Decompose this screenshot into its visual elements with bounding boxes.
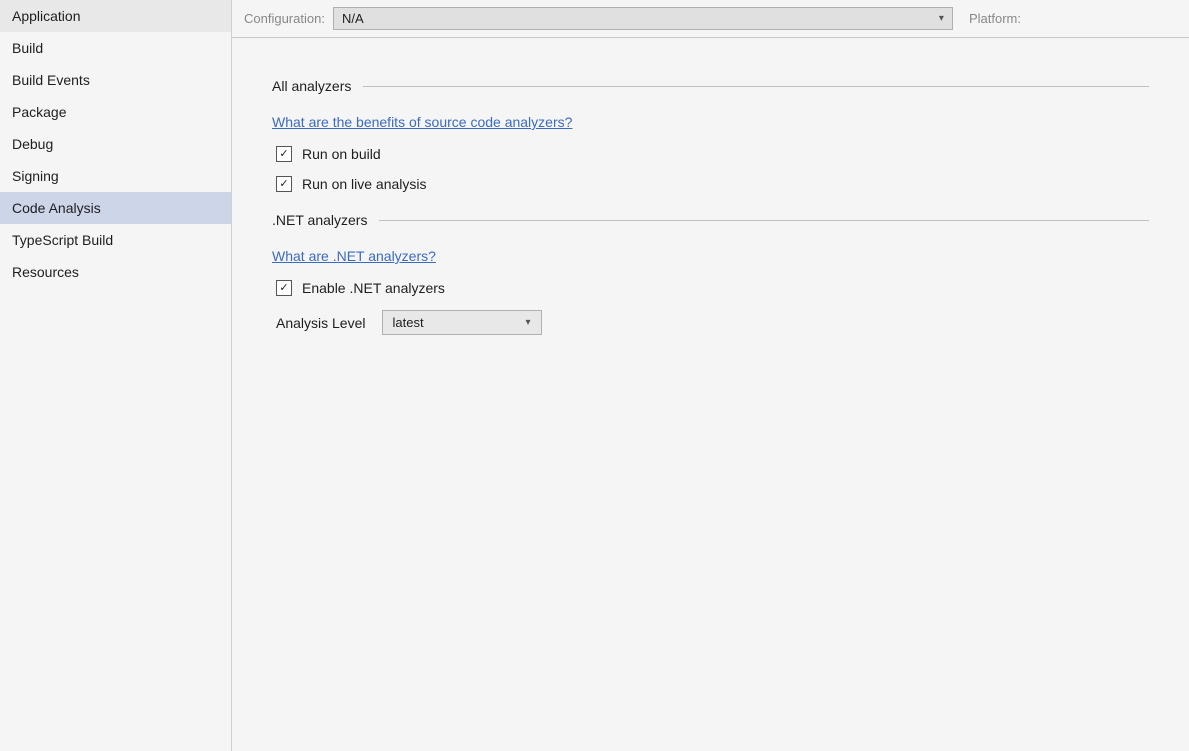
enable-net-checkmark: ✓ (279, 283, 288, 294)
net-analyzers-title: .NET analyzers (272, 212, 367, 228)
top-bar: Configuration: N/A ▾ Platform: (232, 0, 1189, 38)
content-area: All analyzers What are the benefits of s… (232, 38, 1189, 751)
sidebar: ApplicationBuildBuild EventsPackageDebug… (0, 0, 232, 751)
run-on-build-checkbox[interactable]: ✓ (276, 146, 292, 162)
sidebar-item-package[interactable]: Package (0, 96, 231, 128)
analysis-level-value: latest (393, 315, 424, 330)
sidebar-item-debug[interactable]: Debug (0, 128, 231, 160)
enable-net-label: Enable .NET analyzers (302, 280, 445, 296)
run-on-build-row: ✓ Run on build (276, 146, 1149, 162)
sidebar-item-build[interactable]: Build (0, 32, 231, 64)
analysis-level-dropdown[interactable]: latest ▾ (382, 310, 542, 335)
analysis-level-label: Analysis Level (276, 315, 366, 331)
configuration-label: Configuration: (244, 11, 325, 26)
run-on-build-label: Run on build (302, 146, 381, 162)
net-analyzers-link[interactable]: What are .NET analyzers? (272, 248, 436, 264)
sidebar-item-code-analysis[interactable]: Code Analysis (0, 192, 231, 224)
all-analyzers-line (363, 86, 1149, 87)
platform-label: Platform: (969, 11, 1021, 26)
configuration-dropdown[interactable]: N/A ▾ (333, 7, 953, 30)
enable-net-row: ✓ Enable .NET analyzers (276, 280, 1149, 296)
all-analyzers-header: All analyzers (272, 78, 1149, 94)
run-on-live-row: ✓ Run on live analysis (276, 176, 1149, 192)
enable-net-checkbox[interactable]: ✓ (276, 280, 292, 296)
run-on-build-checkmark: ✓ (279, 149, 288, 160)
configuration-value: N/A (342, 11, 364, 26)
main-panel: Configuration: N/A ▾ Platform: All analy… (232, 0, 1189, 751)
sidebar-item-application[interactable]: Application (0, 0, 231, 32)
sidebar-item-typescript-build[interactable]: TypeScript Build (0, 224, 231, 256)
net-analyzers-line (379, 220, 1149, 221)
sidebar-item-resources[interactable]: Resources (0, 256, 231, 288)
net-analyzers-header: .NET analyzers (272, 212, 1149, 228)
sidebar-item-build-events[interactable]: Build Events (0, 64, 231, 96)
run-on-live-checkbox[interactable]: ✓ (276, 176, 292, 192)
config-dropdown-arrow: ▾ (939, 13, 944, 24)
run-on-live-checkmark: ✓ (279, 179, 288, 190)
analysis-level-arrow: ▾ (525, 317, 530, 328)
sidebar-item-signing[interactable]: Signing (0, 160, 231, 192)
all-analyzers-link[interactable]: What are the benefits of source code ana… (272, 114, 572, 130)
all-analyzers-title: All analyzers (272, 78, 351, 94)
analysis-level-row: Analysis Level latest ▾ (276, 310, 1149, 335)
run-on-live-label: Run on live analysis (302, 176, 427, 192)
